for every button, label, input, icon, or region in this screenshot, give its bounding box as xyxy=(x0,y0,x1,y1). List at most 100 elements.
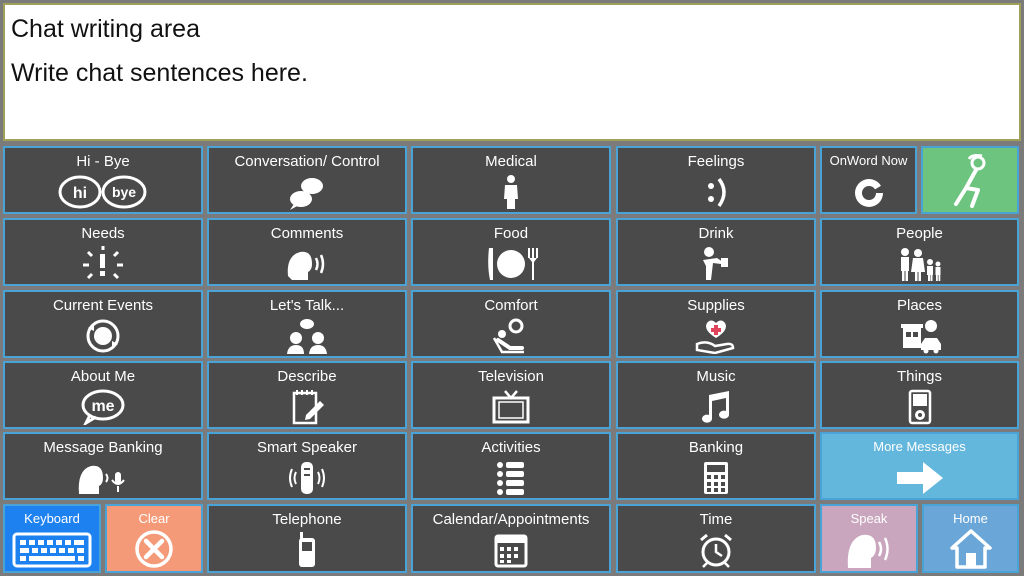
tile-people[interactable]: People xyxy=(820,218,1019,286)
tile-smart-speaker[interactable]: Smart Speaker xyxy=(207,432,407,500)
svg-text:hi: hi xyxy=(73,185,87,202)
tile-label: Food xyxy=(493,225,529,242)
tile-needs[interactable]: Needs xyxy=(3,218,203,286)
tile-label: Message Banking xyxy=(43,439,163,456)
tile-label: Needs xyxy=(81,225,125,242)
tile-label: Comments xyxy=(270,225,344,242)
drinking-person-icon xyxy=(693,246,739,282)
tile-label: About Me xyxy=(70,368,136,385)
tile-label: Things xyxy=(896,368,943,385)
tile-hi-bye[interactable]: Hi - Bye hi bye xyxy=(3,146,203,214)
hand-medical-cross-icon xyxy=(693,318,739,354)
reclining-person-icon xyxy=(942,154,998,210)
speech-bubbles-icon xyxy=(284,174,330,210)
svg-text:me: me xyxy=(91,398,114,415)
plate-knife-fork-icon xyxy=(483,246,539,282)
tile-label: Television xyxy=(478,368,544,385)
chat-area-text: Write chat sentences here. xyxy=(11,59,308,87)
svg-text:bye: bye xyxy=(112,184,136,200)
tv-icon xyxy=(488,389,534,425)
tile-label: Music xyxy=(696,368,736,385)
tile-music[interactable]: Music xyxy=(616,361,816,429)
tile-label: Places xyxy=(896,297,943,314)
keyboard-icon xyxy=(10,530,94,570)
clear-button[interactable]: Clear xyxy=(105,504,203,573)
clear-x-circle-icon xyxy=(133,528,175,570)
more-messages-button[interactable]: More Messages xyxy=(820,432,1019,500)
tile-things[interactable]: Things xyxy=(820,361,1019,429)
tile-label: Activities xyxy=(481,439,541,456)
tile-banking[interactable]: Banking xyxy=(616,432,816,500)
tile-label: Let's Talk... xyxy=(269,297,345,314)
tile-drink[interactable]: Drink xyxy=(616,218,816,286)
onword-logo-icon xyxy=(846,174,892,210)
tile-label: OnWord Now xyxy=(829,153,908,168)
alarm-clock-icon xyxy=(693,532,739,568)
tile-label: Comfort xyxy=(484,297,538,314)
music-player-icon xyxy=(897,389,943,425)
tile-places[interactable]: Places xyxy=(820,290,1019,358)
two-people-talking-icon xyxy=(284,318,330,354)
tile-describe[interactable]: Describe xyxy=(207,361,407,429)
tile-label: Feelings xyxy=(687,153,745,170)
chat-writing-area[interactable]: Chat writing area Write chat sentences h… xyxy=(3,3,1021,141)
smiley-face-icon xyxy=(693,174,739,210)
tile-label: Keyboard xyxy=(24,511,80,526)
keyboard-button[interactable]: Keyboard xyxy=(3,504,101,573)
tile-label: People xyxy=(896,225,943,242)
tile-conversation-control[interactable]: Conversation/ Control xyxy=(207,146,407,214)
tile-time[interactable]: Time xyxy=(616,504,816,573)
hi-bye-bubbles-icon: hi bye xyxy=(58,174,148,210)
tile-food[interactable]: Food xyxy=(411,218,611,286)
house-icon xyxy=(949,528,993,570)
tile-medical[interactable]: Medical xyxy=(411,146,611,214)
tile-current-events[interactable]: Current Events xyxy=(3,290,203,358)
music-note-icon xyxy=(693,389,739,425)
tile-activities[interactable]: Activities xyxy=(411,432,611,500)
tile-label: Smart Speaker xyxy=(256,439,358,456)
building-car-icon xyxy=(897,318,943,354)
speaking-head-icon xyxy=(844,528,894,570)
tile-supplies[interactable]: Supplies xyxy=(616,290,816,358)
tile-label: Conversation/ Control xyxy=(234,153,380,170)
tile-label: Banking xyxy=(688,439,744,456)
tile-message-banking[interactable]: Message Banking xyxy=(3,432,203,500)
reclining-comfort-icon xyxy=(488,318,534,354)
smart-speaker-icon xyxy=(284,460,330,496)
tile-lets-talk[interactable]: Let's Talk... xyxy=(207,290,407,358)
checklist-icon xyxy=(488,460,534,496)
head-microphone-icon xyxy=(75,460,131,496)
tile-label: More Messages xyxy=(873,439,966,454)
calendar-icon xyxy=(488,532,534,568)
tile-label: Home xyxy=(953,511,988,526)
tile-feelings[interactable]: Feelings xyxy=(616,146,816,214)
tile-television[interactable]: Television xyxy=(411,361,611,429)
chat-area-title: Chat writing area xyxy=(11,15,200,43)
tile-relax[interactable] xyxy=(921,146,1019,214)
tile-calendar-appointments[interactable]: Calendar/Appointments xyxy=(411,504,611,573)
patient-figure-icon xyxy=(488,174,534,210)
tile-comments[interactable]: Comments xyxy=(207,218,407,286)
arrow-right-icon xyxy=(895,460,945,496)
tile-label: Calendar/Appointments xyxy=(432,511,590,528)
home-button[interactable]: Home xyxy=(922,504,1019,573)
notepad-pencil-icon xyxy=(284,389,330,425)
tile-label: Drink xyxy=(698,225,734,242)
tile-label: Hi - Bye xyxy=(76,153,130,170)
tile-label: Telephone xyxy=(272,511,342,528)
tile-label: Medical xyxy=(485,153,537,170)
calculator-icon xyxy=(693,460,739,496)
tile-label: Supplies xyxy=(687,297,745,314)
tile-onword-now[interactable]: OnWord Now xyxy=(820,146,917,214)
tile-about-me[interactable]: About Me me xyxy=(3,361,203,429)
globe-arrows-icon xyxy=(80,318,126,354)
tile-label: Speak xyxy=(850,511,888,526)
tile-comfort[interactable]: Comfort xyxy=(411,290,611,358)
speak-button[interactable]: Speak xyxy=(820,504,918,573)
tile-telephone[interactable]: Telephone xyxy=(207,504,407,573)
tile-label: Clear xyxy=(138,511,170,526)
tile-label: Time xyxy=(699,511,733,528)
speaking-head-icon xyxy=(284,246,330,282)
tile-label: Current Events xyxy=(52,297,154,314)
family-icon xyxy=(897,246,943,282)
